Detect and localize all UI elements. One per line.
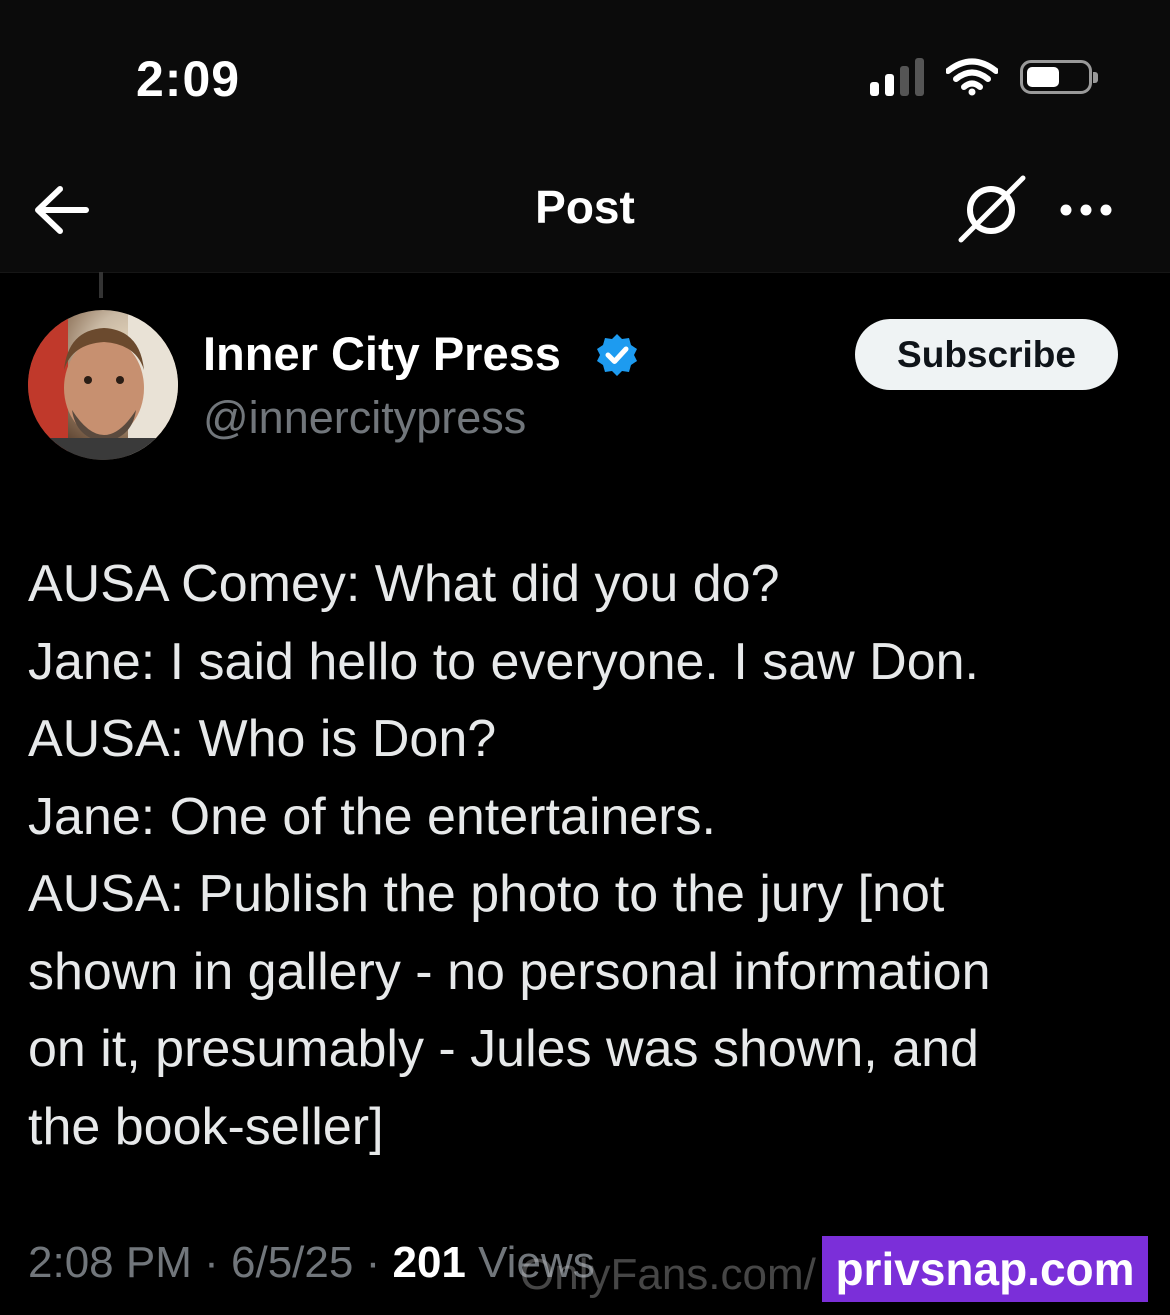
author-display-name[interactable]: Inner City Press — [203, 326, 561, 381]
author-handle[interactable]: @innercitypress — [203, 392, 526, 444]
post-text-line: Jane: One of the entertainers. — [28, 787, 716, 846]
more-options-button[interactable] — [1056, 190, 1116, 230]
battery-icon — [1020, 60, 1098, 94]
subscribe-button[interactable]: Subscribe — [855, 319, 1118, 390]
status-time: 2:09 — [136, 51, 241, 107]
avatar-portrait-icon — [28, 310, 178, 460]
status-bar: 2:09 — [0, 0, 1170, 150]
wifi-icon — [946, 58, 998, 96]
post-time[interactable]: 2:08 PM — [28, 1238, 192, 1287]
watermark-ghost-text: OnlyFans.com/ — [520, 1250, 816, 1299]
post-text-line: shown in gallery - no personal informati… — [28, 942, 991, 1001]
separator-dot: · — [204, 1238, 231, 1287]
cellular-signal-icon — [870, 58, 924, 96]
post-text-line: AUSA: Who is Don? — [28, 710, 497, 768]
separator-dot: · — [365, 1238, 393, 1287]
post-text-line: Jane: I said hello to everyone. I saw Do… — [28, 632, 979, 691]
post-meta: 2:08 PM · 6/5/25 · 201 Views — [28, 1238, 595, 1288]
post-text-line: AUSA Comey: What did you do? — [28, 555, 780, 613]
top-navigation: Post — [0, 150, 1170, 273]
more-horizontal-icon — [1060, 204, 1112, 216]
verified-badge-icon — [597, 334, 637, 376]
grok-icon — [958, 175, 1026, 243]
grok-button[interactable] — [955, 174, 1027, 246]
post-date[interactable]: 6/5/25 — [231, 1238, 353, 1287]
avatar[interactable] — [28, 310, 178, 460]
watermark-badge: privsnap.com — [822, 1236, 1148, 1302]
status-icons — [870, 58, 1098, 96]
views-count[interactable]: 201 — [392, 1238, 465, 1287]
thread-connector — [99, 272, 103, 298]
post-text-line: AUSA: Publish the photo to the jury [not — [28, 865, 945, 923]
post-text: AUSA Comey: What did you do? Jane: I sai… — [28, 546, 1138, 1166]
post-text-line: the book-seller] — [28, 1097, 384, 1156]
post-text-line: on it, presumably - Jules was shown, and — [28, 1020, 979, 1078]
